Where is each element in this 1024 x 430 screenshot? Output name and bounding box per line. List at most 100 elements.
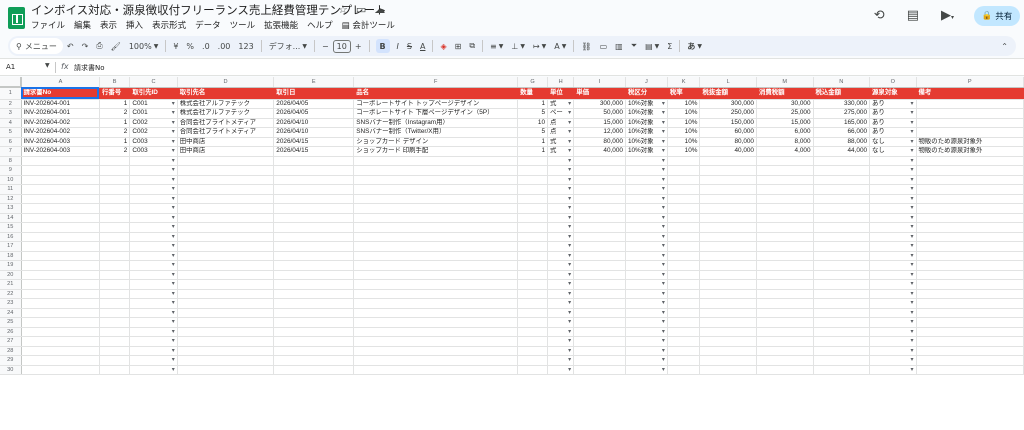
cell[interactable]: [21, 213, 100, 223]
dropdown-cell[interactable]: [129, 184, 178, 195]
cell[interactable]: [21, 365, 100, 375]
cell[interactable]: 田中商店: [177, 146, 275, 157]
cell[interactable]: 株式会社アルファテック: [177, 99, 275, 109]
cell[interactable]: 50,000: [573, 108, 626, 119]
cell[interactable]: [177, 298, 275, 309]
dropdown-cell[interactable]: [129, 346, 178, 356]
row-header[interactable]: 3: [0, 108, 22, 119]
dropdown-cell[interactable]: [129, 279, 178, 290]
zoom-select[interactable]: 100% ▼: [125, 36, 163, 56]
row-header[interactable]: 16: [0, 232, 22, 242]
row-header[interactable]: 30: [0, 365, 22, 375]
row-header[interactable]: 5: [0, 127, 22, 138]
vertical-align-icon[interactable]: ⊥ ▼: [507, 36, 529, 56]
cell[interactable]: [813, 184, 871, 195]
cell[interactable]: [756, 184, 814, 195]
menu-data[interactable]: データ: [195, 19, 221, 31]
cell[interactable]: [916, 203, 1024, 214]
cell[interactable]: 12,000: [573, 127, 626, 138]
cell[interactable]: [916, 346, 1024, 356]
cell[interactable]: [573, 308, 626, 318]
cell[interactable]: [699, 260, 757, 271]
cell[interactable]: [756, 232, 814, 242]
cell[interactable]: [99, 203, 131, 214]
cell[interactable]: [756, 317, 814, 328]
cell[interactable]: 10%: [667, 137, 701, 147]
row-header[interactable]: 12: [0, 194, 22, 204]
cell[interactable]: 2: [99, 146, 131, 157]
row-header[interactable]: 20: [0, 270, 22, 280]
cell[interactable]: 4,000: [756, 146, 814, 157]
cell[interactable]: [177, 156, 275, 166]
cell[interactable]: INV-202604-003: [21, 137, 100, 147]
dropdown-cell[interactable]: 式: [547, 146, 575, 157]
cell[interactable]: [813, 156, 871, 166]
cell[interactable]: [667, 260, 701, 271]
cell[interactable]: [813, 194, 871, 204]
dropdown-cell[interactable]: [869, 175, 917, 185]
cell[interactable]: [573, 355, 626, 366]
cell[interactable]: コーポレートサイト トップページデザイン: [353, 99, 519, 109]
cell[interactable]: [756, 298, 814, 309]
cell[interactable]: [21, 203, 100, 214]
cell[interactable]: [756, 308, 814, 318]
cell[interactable]: [177, 241, 275, 252]
row-header[interactable]: 4: [0, 118, 22, 128]
borders-icon[interactable]: ⊞: [451, 36, 466, 56]
dropdown-cell[interactable]: [547, 203, 575, 214]
cell[interactable]: [813, 308, 871, 318]
dropdown-cell[interactable]: [869, 308, 917, 318]
cell[interactable]: 30,000: [756, 99, 814, 109]
cell[interactable]: [916, 355, 1024, 366]
cell[interactable]: 1: [99, 99, 131, 109]
menu-file[interactable]: ファイル: [31, 19, 65, 31]
dropdown-cell[interactable]: [625, 346, 668, 356]
cell[interactable]: 物販のため源泉対象外: [916, 146, 1024, 157]
header-cell[interactable]: 取引先名: [177, 87, 275, 100]
dropdown-cell[interactable]: [869, 346, 917, 356]
functions-icon[interactable]: Σ: [663, 36, 676, 56]
dropdown-cell[interactable]: [869, 241, 917, 252]
fill-color-icon[interactable]: ◈: [436, 36, 450, 56]
cell[interactable]: [99, 241, 131, 252]
cell[interactable]: [699, 222, 757, 233]
cell[interactable]: [756, 175, 814, 185]
dropdown-cell[interactable]: [547, 156, 575, 166]
dropdown-cell[interactable]: [625, 327, 668, 337]
document-title[interactable]: インボイス対応・源泉徴収付フリーランス売上経費管理テンプレート: [31, 2, 387, 18]
cell[interactable]: [273, 317, 355, 328]
column-header-g[interactable]: G: [517, 77, 548, 88]
cell[interactable]: [21, 232, 100, 242]
cell[interactable]: [353, 289, 519, 299]
cell[interactable]: [353, 175, 519, 185]
row-header[interactable]: 29: [0, 355, 22, 366]
insert-link-icon[interactable]: ⛓: [577, 36, 595, 56]
dropdown-cell[interactable]: 点: [547, 118, 575, 128]
cell[interactable]: [517, 241, 548, 252]
cell[interactable]: [353, 222, 519, 233]
row-header[interactable]: 14: [0, 213, 22, 223]
number-format-button[interactable]: 123: [234, 36, 257, 56]
cell[interactable]: [353, 365, 519, 375]
header-cell[interactable]: 消費税額: [756, 87, 814, 100]
cell[interactable]: [273, 165, 355, 176]
cell[interactable]: [573, 165, 626, 176]
dropdown-cell[interactable]: [547, 213, 575, 223]
cell[interactable]: [177, 346, 275, 356]
cell[interactable]: [699, 289, 757, 299]
dropdown-cell[interactable]: 10%対象: [625, 137, 668, 147]
cell[interactable]: [517, 203, 548, 214]
header-cell[interactable]: 税抜金額: [699, 87, 757, 100]
chevron-down-icon[interactable]: ▼: [45, 62, 50, 69]
cell[interactable]: 275,000: [813, 108, 871, 119]
sheets-logo-icon[interactable]: [8, 7, 25, 29]
cell[interactable]: [699, 156, 757, 166]
dropdown-cell[interactable]: [625, 260, 668, 271]
cell[interactable]: [667, 365, 701, 375]
dropdown-cell[interactable]: [547, 241, 575, 252]
dropdown-cell[interactable]: 式: [547, 137, 575, 147]
cell[interactable]: [813, 241, 871, 252]
cell[interactable]: [916, 279, 1024, 290]
input-tools-button[interactable]: あ ▼: [683, 36, 706, 56]
cell[interactable]: [813, 298, 871, 309]
